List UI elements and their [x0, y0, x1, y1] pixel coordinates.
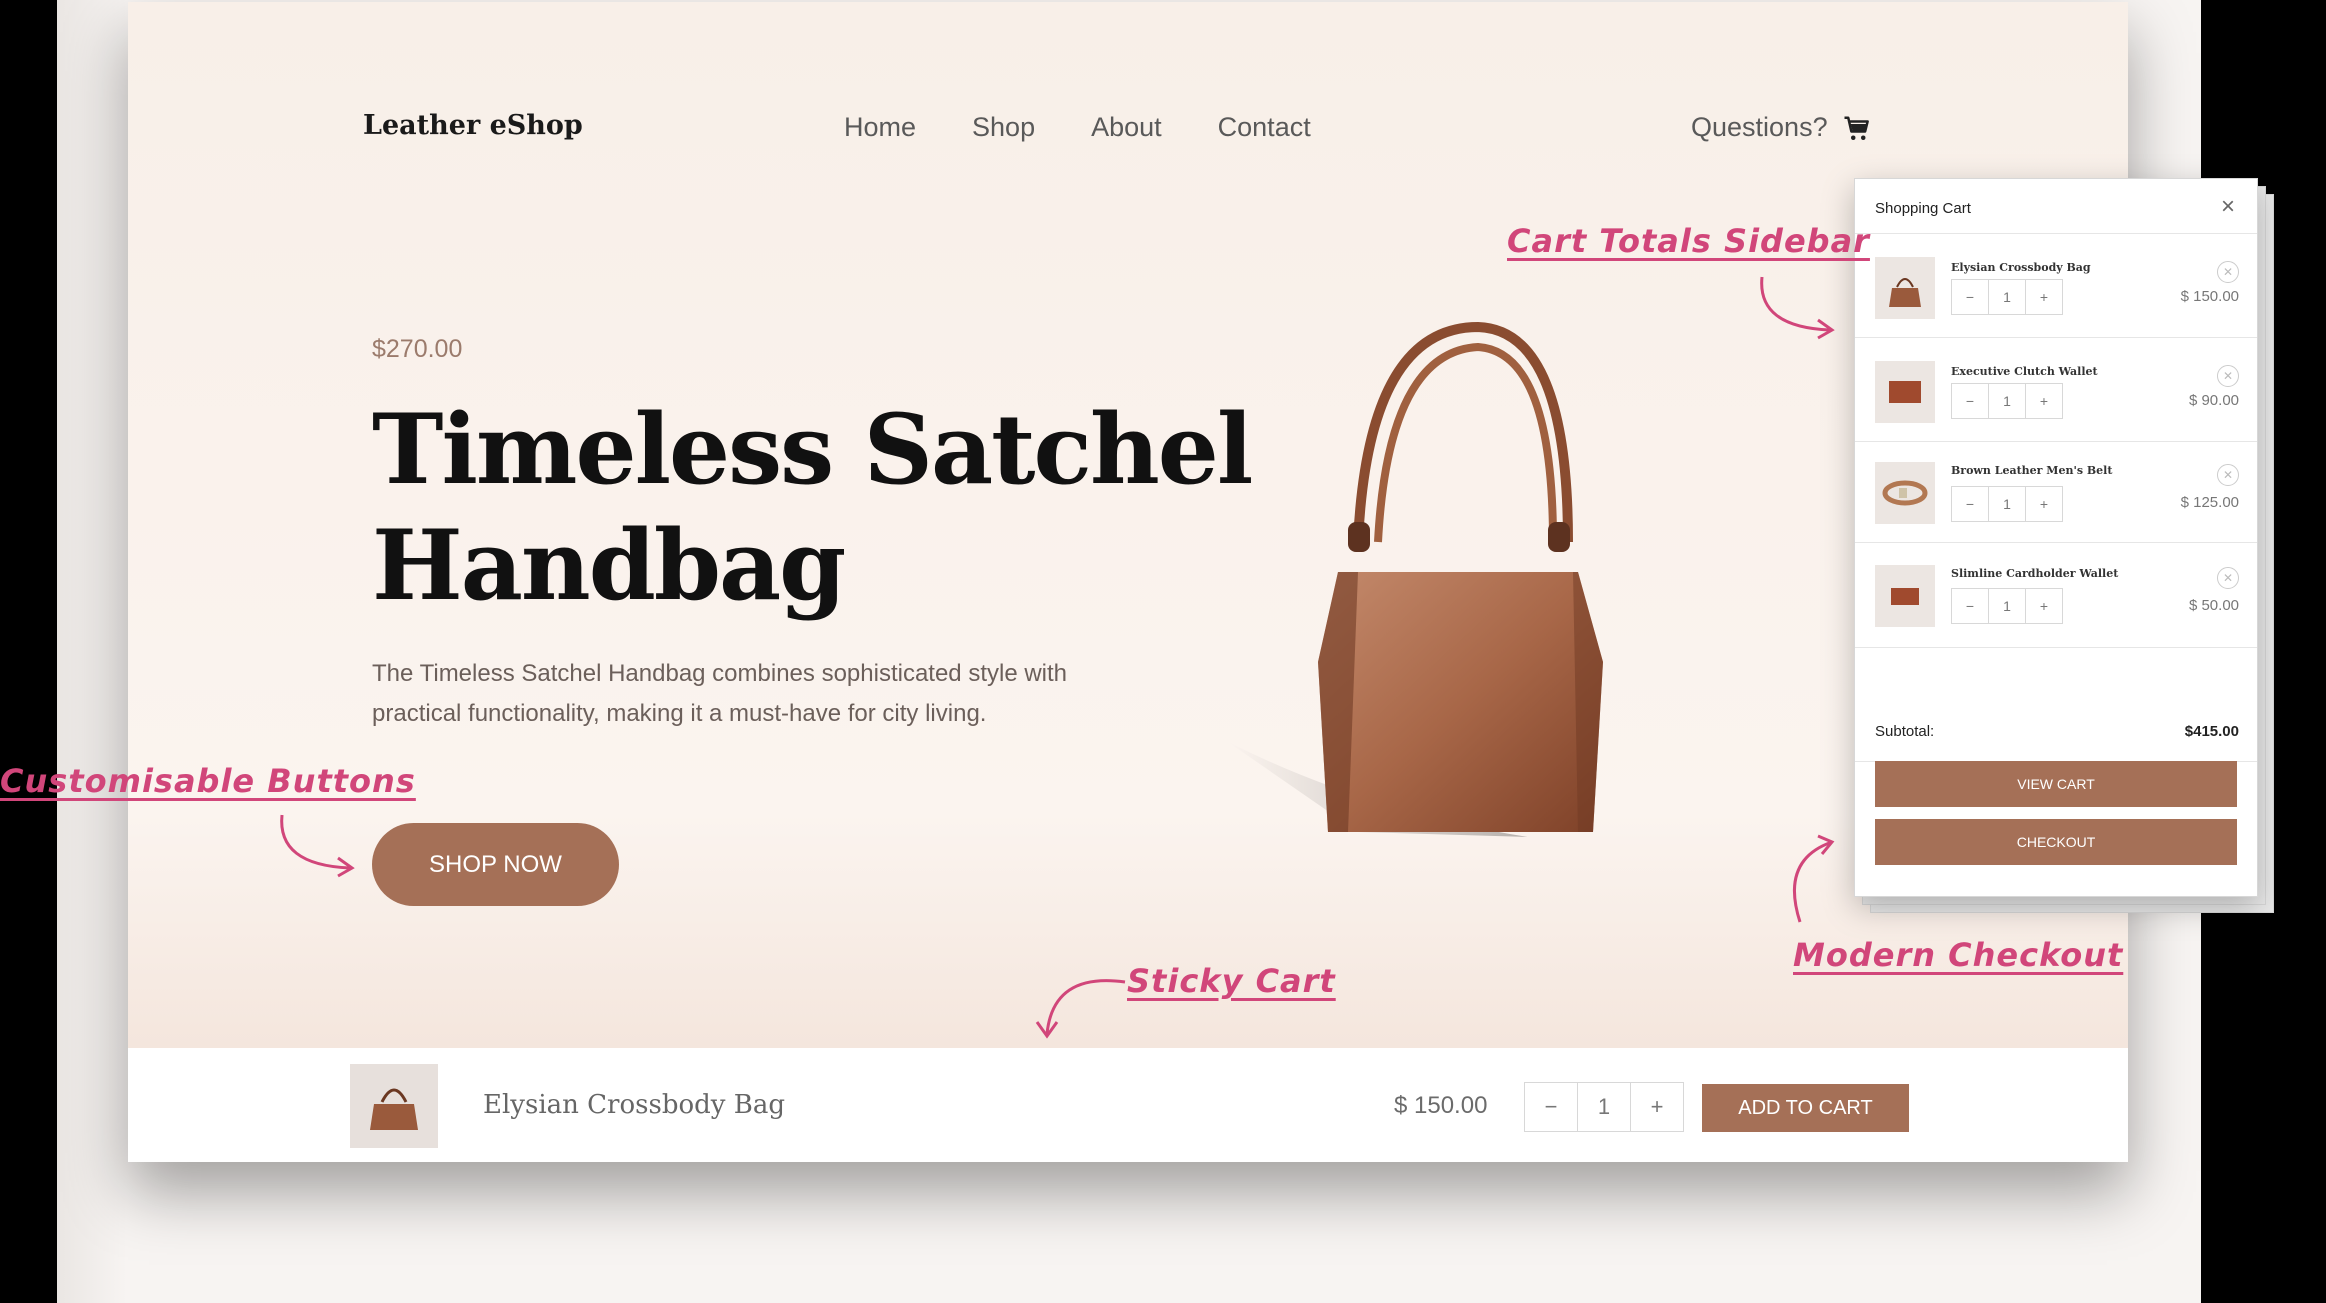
annotation-customisable-buttons: Customisable Buttons — [0, 762, 416, 800]
shopping-cart-drawer: Shopping Cart × Elysian Crossbody Bag ✕ … — [1854, 178, 2258, 897]
checkout-button[interactable]: CHECKOUT — [1875, 819, 2237, 865]
subtotal-row: Subtotal: $415.00 — [1855, 699, 2257, 762]
qty-plus-button[interactable]: + — [2026, 280, 2062, 314]
logo[interactable]: Leather eShop — [363, 110, 583, 141]
qty-value[interactable]: 1 — [1988, 384, 2026, 418]
handbag-image — [1228, 321, 1603, 837]
item-name[interactable]: Brown Leather Men's Belt — [1951, 464, 2112, 477]
arrow-icon — [280, 814, 355, 878]
item-thumbnail — [1875, 565, 1935, 627]
arrow-icon — [1035, 979, 1126, 1039]
item-quantity-stepper: − 1 + — [1951, 588, 2063, 624]
nav-shop[interactable]: Shop — [972, 112, 1035, 143]
qty-minus-button[interactable]: − — [1952, 384, 1988, 418]
sticky-product-name: Elysian Crossbody Bag — [483, 1090, 785, 1120]
annotation-sticky-cart: Sticky Cart — [1127, 962, 1336, 1000]
cart-item: Executive Clutch Wallet ✕ − 1 + $ 90.00 — [1855, 338, 2257, 442]
subtotal-value: $415.00 — [2184, 723, 2239, 740]
hero-price: $270.00 — [372, 335, 463, 363]
remove-circle-icon[interactable]: ✕ — [2217, 365, 2239, 387]
qty-minus-button[interactable]: − — [1952, 280, 1988, 314]
sticky-product-thumbnail — [350, 1064, 438, 1148]
cart-item: Slimline Cardholder Wallet ✕ − 1 + $ 50.… — [1855, 543, 2257, 648]
nav-home[interactable]: Home — [844, 112, 916, 143]
annotation-modern-checkout: Modern Checkout — [1793, 936, 2124, 974]
arrow-icon — [1760, 276, 1835, 340]
close-icon[interactable]: × — [2221, 193, 2235, 221]
sticky-quantity-stepper: − 1 + — [1524, 1082, 1684, 1132]
qty-value[interactable]: 1 — [1988, 589, 2026, 623]
annotation-cart-totals: Cart Totals Sidebar — [1507, 222, 1870, 260]
item-name[interactable]: Elysian Crossbody Bag — [1951, 261, 2091, 274]
item-quantity-stepper: − 1 + — [1951, 383, 2063, 419]
left-shadow — [57, 0, 127, 1303]
item-thumbnail — [1875, 257, 1935, 319]
qty-plus-button[interactable]: + — [2026, 384, 2062, 418]
item-name[interactable]: Executive Clutch Wallet — [1951, 365, 2098, 378]
item-thumbnail — [1875, 462, 1935, 524]
qty-plus-button[interactable]: + — [1631, 1083, 1683, 1131]
cart-item: Brown Leather Men's Belt ✕ − 1 + $ 125.0… — [1855, 442, 2257, 543]
view-cart-button[interactable]: VIEW CART — [1875, 761, 2237, 807]
hero-description: The Timeless Satchel Handbag combines so… — [372, 660, 1068, 727]
item-quantity-stepper: − 1 + — [1951, 279, 2063, 315]
shop-now-button[interactable]: SHOP NOW — [372, 823, 619, 906]
qty-plus-button[interactable]: + — [2026, 589, 2062, 623]
questions-link[interactable]: Questions? — [1691, 112, 1828, 143]
qty-minus-button[interactable]: − — [1952, 487, 1988, 521]
qty-plus-button[interactable]: + — [2026, 487, 2062, 521]
sticky-cart-bar: Elysian Crossbody Bag $ 150.00 − 1 + ADD… — [128, 1048, 2128, 1162]
qty-minus-button[interactable]: − — [1525, 1083, 1577, 1131]
qty-value[interactable]: 1 — [1988, 487, 2026, 521]
main-nav: Home Shop About Contact — [844, 112, 1311, 143]
qty-value[interactable]: 1 — [1988, 280, 2026, 314]
item-price: $ 50.00 — [2188, 597, 2239, 614]
sticky-product-price: $ 150.00 — [1394, 1092, 1488, 1119]
item-price: $ 150.00 — [2180, 288, 2239, 305]
drawer-header: Shopping Cart × — [1855, 179, 2257, 234]
remove-circle-icon[interactable]: ✕ — [2217, 567, 2239, 589]
item-price: $ 125.00 — [2180, 494, 2239, 511]
subtotal-label: Subtotal: — [1875, 723, 1935, 740]
hero-title: Timeless Satchel Handbag — [372, 393, 1253, 622]
arrow-icon — [1792, 834, 1835, 923]
item-name[interactable]: Slimline Cardholder Wallet — [1951, 567, 2118, 580]
remove-circle-icon[interactable]: ✕ — [2217, 261, 2239, 283]
nav-about[interactable]: About — [1091, 112, 1162, 143]
add-to-cart-button[interactable]: ADD TO CART — [1702, 1084, 1909, 1132]
item-price: $ 90.00 — [2188, 392, 2239, 409]
item-quantity-stepper: − 1 + — [1951, 486, 2063, 522]
drawer-title: Shopping Cart — [1875, 200, 1971, 217]
qty-value[interactable]: 1 — [1577, 1083, 1631, 1131]
nav-contact[interactable]: Contact — [1218, 112, 1311, 143]
cart-item: Elysian Crossbody Bag ✕ − 1 + $ 150.00 — [1855, 234, 2257, 338]
item-thumbnail — [1875, 361, 1935, 423]
cart-icon[interactable] — [1842, 114, 1872, 144]
qty-minus-button[interactable]: − — [1952, 589, 1988, 623]
remove-circle-icon[interactable]: ✕ — [2217, 464, 2239, 486]
